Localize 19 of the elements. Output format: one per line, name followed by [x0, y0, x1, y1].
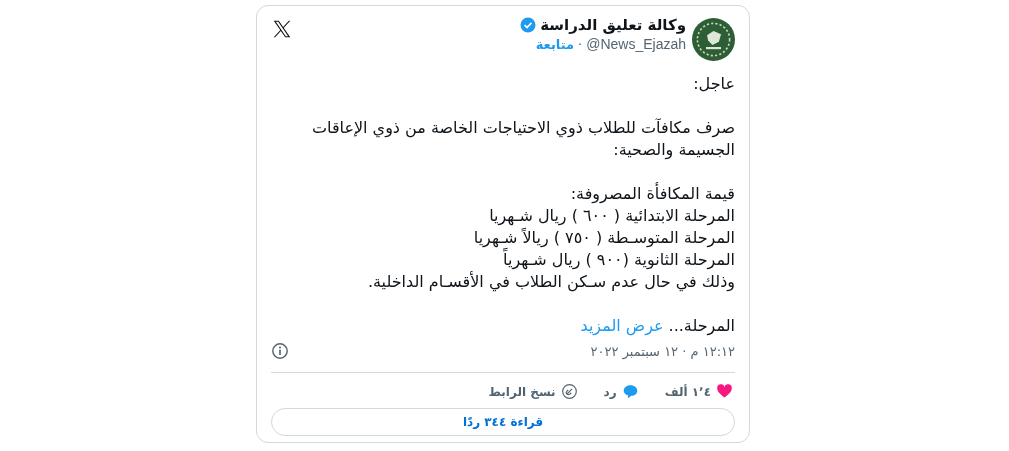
x-logo-icon[interactable] — [271, 18, 293, 40]
timestamp[interactable]: ١٢:١٢ م · ١٢ سبتمبر ٢٠٢٢ — [590, 343, 735, 359]
tweet-paragraph: عاجل: — [692, 73, 735, 95]
heart-icon — [716, 383, 733, 400]
tweet-paragraph: قيمة المكافأة المصروفة: المرحلة الابتدائية ( ٦٠٠ ) ريال شـهريا المرحلة المتوسـطة ( ٧٥٠ ) ريالاً شـهريا المرحلة الثانوية (٩٠٠ ) ريال شـهرياً وذلك في حال عدم سـكن الطلاب في الأقسـام الداخلية. — [366, 183, 735, 293]
info-icon[interactable] — [271, 342, 289, 360]
author-name[interactable]: وكالة تعليق الدراسة — [540, 16, 686, 34]
separator-dot: · — [578, 36, 583, 52]
like-action[interactable]: ١٬٤ ألف — [664, 383, 733, 400]
show-more-link[interactable]: عرض المزيد — [580, 316, 664, 335]
author-handle: @News_Ejazah — [586, 36, 686, 52]
tweet-paragraph: صرف مكافآت للطلاب ذوي الاحتياجات الخاصة من ذوي الإعاقات الجسيمة والصحية: — [310, 117, 735, 161]
copy-action[interactable]: نسخ الرابط — [488, 383, 578, 400]
speech-bubble-icon — [621, 383, 639, 400]
link-icon — [560, 383, 578, 400]
logo-icon[interactable] — [692, 18, 735, 61]
tweet-paragraph: المرحلة... عرض المزيد — [579, 315, 735, 337]
read-replies-button[interactable]: قراءة ٣٤٤ ردًا — [271, 408, 735, 436]
reply-action[interactable]: رد — [603, 383, 639, 400]
